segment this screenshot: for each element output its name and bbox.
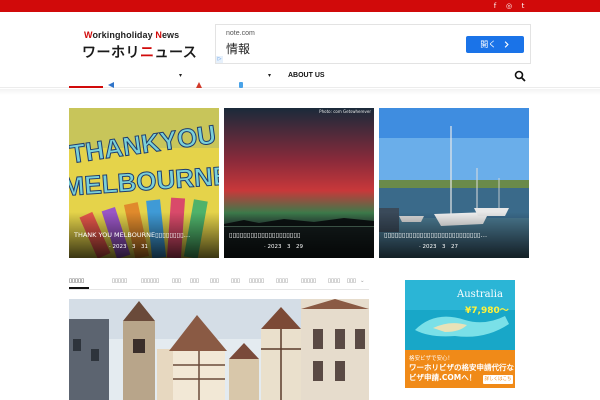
town-photo [69, 299, 369, 400]
tab-9[interactable]: ▯▯▯▯ [276, 276, 288, 286]
tab-8[interactable]: ▯▯▯▯▯ [249, 276, 264, 286]
ad-info-icon[interactable]: ▷ [216, 56, 223, 63]
tab-12[interactable]: ▯▯▯ [347, 276, 356, 286]
chevron-right-icon [504, 41, 509, 48]
tab-2[interactable]: ▯▯▯▯▯ [112, 276, 127, 286]
featured-card-3-title[interactable]: ▯▯▯▯▯▯▯▯▯▯▯▯▯▯▯▯▯▯▯▯▯▯▯▯▯▯▯… [384, 230, 529, 240]
nav-item-2-chevron-down-icon[interactable]: ▾ [268, 71, 271, 81]
featured-card-1-title[interactable]: THANK YOU MELBOURNE▯▯▯▯▯▯▯▯… [74, 230, 219, 240]
tab-4[interactable]: ▯▯▯ [172, 276, 181, 286]
tab-1[interactable]: ▯▯▯▯▯ [69, 276, 84, 286]
ad-title: 情報 [226, 42, 251, 56]
top-bar: f ◎ t [0, 0, 600, 12]
logo-japanese: ワーホリニュース [82, 45, 198, 61]
nav-item-2-icon[interactable] [196, 73, 202, 88]
tab-5[interactable]: ▯▯▯ [190, 276, 199, 286]
nav-item-1-icon[interactable] [108, 73, 114, 88]
nav-item-3-icon[interactable] [238, 73, 244, 88]
tab-10[interactable]: ▯▯▯▯▯ [301, 276, 316, 286]
featured-card-3-date: · 2023 3 27 [419, 244, 458, 250]
tab-7[interactable]: ▯▯▯ [231, 276, 240, 286]
featured-card-2-date: · 2023 3 29 [264, 244, 303, 250]
featured-card-1[interactable]: THANKYOU MELBOURNE THANK YOU MELBOURNE▯▯… [69, 108, 219, 258]
category-tabs: ▯▯▯▯▯ ▯▯▯▯▯ ▯▯▯▯▯▯ ▯▯▯ ▯▯▯ ▯▯▯ ▯▯▯ ▯▯▯▯▯… [69, 276, 369, 290]
ad-line-1: 格安ビザで安心！ [409, 356, 454, 362]
instagram-icon[interactable]: ◎ [504, 1, 514, 11]
tab-3[interactable]: ▯▯▯▯▯▯ [141, 276, 159, 286]
main-article-image[interactable] [69, 299, 369, 400]
sidebar-ad-visa[interactable]: Australia ¥7,980〜 格安ビザで安心！ ワーホリビザの格安申請代行… [405, 280, 515, 388]
tab-6[interactable]: ▯▯▯ [210, 276, 219, 286]
tabs-divider [69, 289, 369, 290]
twitter-icon[interactable]: t [518, 1, 528, 11]
featured-card-2-credit: Photo: com Getswherever [319, 109, 371, 114]
header-ad[interactable]: note.com 情報 開く ▷ [215, 24, 531, 64]
featured-card-3[interactable]: ▯▯▯▯▯▯▯▯▯▯▯▯▯▯▯▯▯▯▯▯▯▯▯▯▯▯▯… · 2023 3 27 [379, 108, 529, 258]
logo-english: Workingholiday News [84, 30, 180, 40]
ad-open-button[interactable]: 開く [466, 36, 524, 53]
facebook-icon[interactable]: f [490, 1, 500, 11]
site-logo[interactable]: Workingholiday News ワーホリニュース [82, 30, 207, 61]
ad-label-australia: Australia [457, 289, 503, 300]
search-icon[interactable] [514, 70, 526, 82]
featured-card-1-date: · 2023 3 31 [109, 244, 148, 250]
main-nav: ▾ ▾ ABOUT US [0, 64, 600, 88]
tab-11[interactable]: ▯▯▯▯ [328, 276, 340, 286]
ad-line-3: ビザ申請.COMへ！ [409, 373, 477, 382]
nav-item-1-chevron-down-icon[interactable]: ▾ [179, 71, 182, 81]
ad-source: note.com [226, 30, 255, 37]
featured-card-2[interactable]: Photo: com Getswherever ▯▯▯▯▯▯▯▯▯▯▯▯▯▯▯▯… [224, 108, 374, 258]
featured-card-2-title[interactable]: ▯▯▯▯▯▯▯▯▯▯▯▯▯▯▯▯▯▯▯▯ [229, 230, 374, 240]
tabs-more-chevron-down-icon[interactable]: ⌄ [360, 276, 365, 286]
nav-about-us[interactable]: ABOUT US [288, 71, 325, 81]
ad-price: ¥7,980〜 [465, 306, 509, 316]
nav-active-indicator [69, 86, 103, 88]
ad-more-button[interactable]: 詳しくはこちら [483, 375, 513, 388]
nav-shadow [0, 89, 600, 95]
